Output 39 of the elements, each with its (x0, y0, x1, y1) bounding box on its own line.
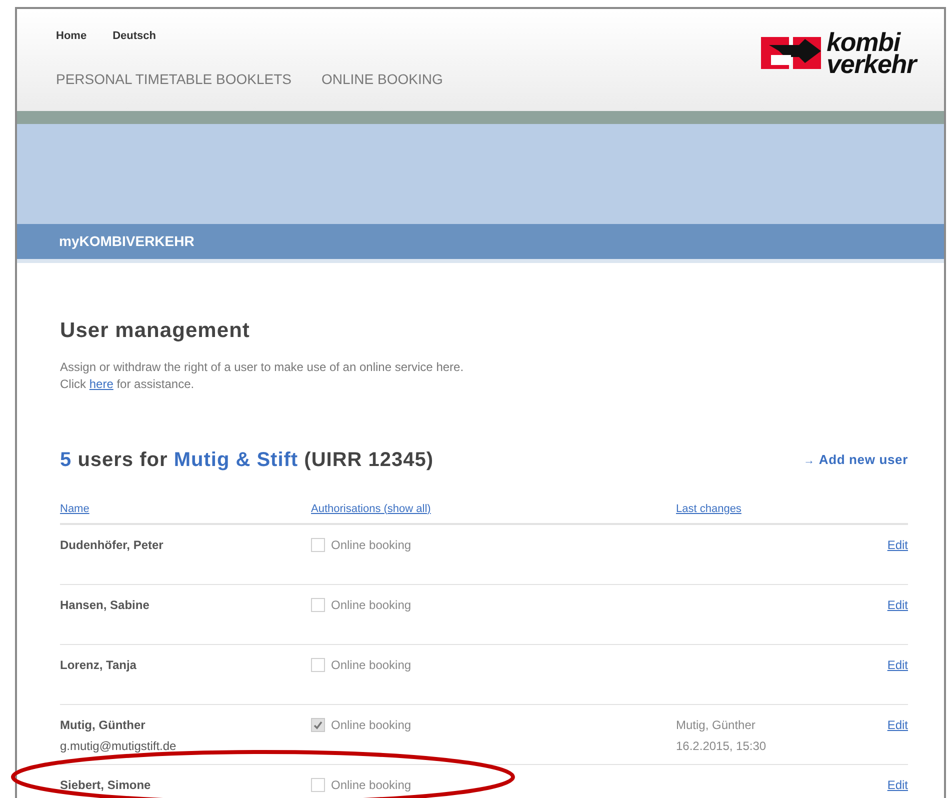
checkbox-label: Online booking (331, 597, 412, 614)
logo-text: kombi (826, 31, 901, 53)
description-text: Assign or withdraw the right of a user to make use of an online service here. Click here for assistance. (60, 358, 465, 392)
checkbox[interactable] (311, 598, 325, 612)
page-title: User management (60, 318, 251, 344)
edit-link[interactable]: Edit (887, 596, 908, 614)
checkbox-label: Online booking (331, 777, 412, 794)
help-link[interactable]: here (89, 376, 114, 390)
user-name: Siebert, Simone (60, 777, 152, 794)
section-title: myKOMBIVERKEHR (59, 232, 194, 251)
checkmark-icon (313, 720, 323, 730)
user-name: Mutig, Günther (60, 717, 146, 734)
checkbox[interactable] (311, 538, 325, 552)
edit-link[interactable]: Edit (887, 656, 908, 674)
changed-by: Mutig, Günther (676, 717, 756, 734)
checkbox[interactable] (311, 718, 325, 732)
top-link[interactable]: Deutsch (112, 28, 156, 44)
user-name: Lorenz, Tanja (60, 657, 138, 674)
user-email: g.mutig@mutigstift.de (60, 738, 178, 755)
edit-link[interactable]: Edit (887, 536, 908, 554)
checkbox[interactable] (311, 778, 325, 792)
add-user-link[interactable]: → Add new user (804, 450, 908, 470)
checkbox-label: Online booking (331, 717, 412, 734)
column-header[interactable]: Authorisations (show all) (311, 500, 431, 517)
nav-link[interactable]: ONLINE BOOKING (321, 68, 443, 90)
checkbox[interactable] (311, 658, 325, 672)
changed-date: 16.2.2015, 15:30 (676, 738, 768, 755)
column-header[interactable]: Last changes (676, 500, 742, 517)
user-name: Dudenhöfer, Peter (60, 537, 164, 554)
top-link[interactable]: Home (56, 28, 87, 44)
checkbox-label: Online booking (331, 537, 412, 554)
users-heading: 5 users for Mutig & Stift (UIRR 12345) (60, 448, 434, 472)
user-name: Hansen, Sabine (60, 597, 150, 614)
edit-link[interactable]: Edit (887, 716, 908, 734)
column-header[interactable]: Name (60, 500, 90, 517)
edit-link[interactable]: Edit (887, 776, 908, 794)
logo-text: verkehr (826, 53, 916, 75)
checkbox-label: Online booking (331, 657, 412, 674)
nav-link[interactable]: PERSONAL TIMETABLE BOOKLETS (56, 68, 292, 90)
